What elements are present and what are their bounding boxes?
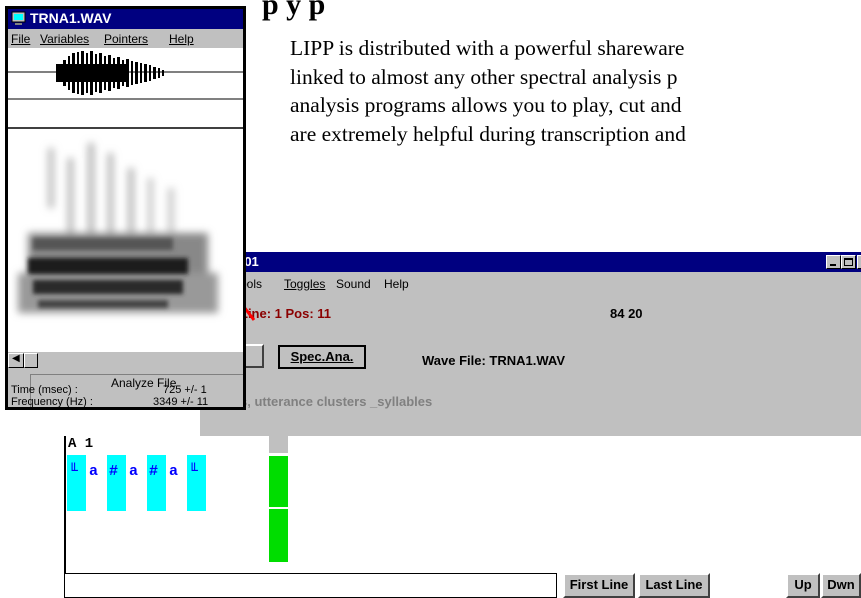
sa-menu-variables[interactable]: Variables bbox=[40, 32, 89, 46]
segment-symbol-1: ╙ bbox=[69, 463, 79, 480]
main-menu-bar: bols Toggles Sound Help bbox=[200, 274, 861, 294]
minimize-icon bbox=[830, 264, 836, 266]
frequency-label: Frequency (Hz) : bbox=[11, 396, 93, 408]
down-button[interactable]: Dwn bbox=[821, 573, 861, 598]
waveform-and-spectrogram bbox=[8, 51, 243, 313]
segment-symbol-6: a bbox=[169, 463, 179, 480]
segment-symbol-2: a bbox=[89, 463, 99, 480]
sa-menu-help[interactable]: Help bbox=[169, 32, 194, 46]
wave-file-label: Wave File: TRNA1.WAV bbox=[422, 353, 566, 368]
menu-toggles[interactable]: Toggles bbox=[284, 277, 325, 291]
level-bar-upper bbox=[269, 456, 288, 507]
sa-menu-pointers[interactable]: Pointers bbox=[104, 32, 148, 46]
frequency-value: 3349 +/- 11 bbox=[153, 396, 209, 408]
menu-help[interactable]: Help bbox=[384, 277, 409, 291]
waveform bbox=[56, 51, 164, 95]
paragraph-line-1: LIPP is distributed with a powerful shar… bbox=[290, 36, 685, 60]
close-button[interactable]: ✕ bbox=[857, 254, 861, 269]
first-line-button[interactable]: First Line bbox=[563, 573, 635, 598]
sa-menu-file[interactable]: File bbox=[11, 32, 30, 46]
maximize-icon bbox=[844, 258, 853, 266]
minimize-button[interactable] bbox=[826, 255, 841, 269]
sa-info-panel: Analyze File Time (msec) : 725 +/- 1 Fre… bbox=[8, 369, 243, 408]
tier-description: s, utterance clusters _syllables bbox=[240, 394, 433, 409]
document-heading: p y p bbox=[262, 0, 326, 21]
scroll-thumb[interactable] bbox=[24, 353, 38, 368]
paragraph-line-4: are extremely helpful during transcripti… bbox=[290, 122, 686, 147]
time-label: Time (msec) : bbox=[11, 384, 78, 396]
maximize-button[interactable] bbox=[841, 255, 856, 269]
menu-sound[interactable]: Sound bbox=[336, 277, 371, 291]
sa-scrollbar[interactable]: ◀ bbox=[8, 352, 243, 369]
paragraph-line-2: linked to almost any other spectral anal… bbox=[290, 64, 678, 89]
segment-symbol-3: # bbox=[109, 463, 119, 480]
status-line: Line: 1 Pos: 11 84 20 bbox=[200, 302, 861, 324]
scroll-left-button[interactable]: ◀ bbox=[8, 353, 24, 368]
sa-display[interactable] bbox=[8, 48, 243, 352]
arrow-left-icon: ◀ bbox=[12, 353, 20, 364]
segment-symbol-4: a bbox=[129, 463, 139, 480]
last-line-button[interactable]: Last Line bbox=[638, 573, 710, 598]
level-bar-lower bbox=[269, 509, 288, 562]
counter-status: 84 20 bbox=[610, 306, 643, 321]
up-button[interactable]: Up bbox=[786, 573, 820, 598]
segment-symbol-7: ╙ bbox=[189, 463, 199, 480]
time-value: 725 +/- 1 bbox=[163, 384, 207, 396]
spec-ana-button[interactable]: Spec.Ana. bbox=[278, 345, 366, 369]
segment-symbol-5: # bbox=[149, 463, 159, 480]
spectral-analysis-window: TRNA1.WAV File Variables Pointers Help ◀… bbox=[5, 6, 246, 410]
transcription-input[interactable] bbox=[64, 573, 557, 598]
main-title-bar[interactable]: :01 ✕ bbox=[200, 252, 861, 272]
transcription-line-label: A 1 bbox=[68, 436, 94, 452]
paragraph-line-3: analysis programs allows you to play, cu… bbox=[290, 93, 682, 118]
level-bar-cap bbox=[269, 436, 288, 453]
sa-menu-bar: File Variables Pointers Help bbox=[8, 29, 243, 48]
app-icon bbox=[11, 11, 26, 25]
document-paragraph: LIPP is distributed with a powerful shar… bbox=[290, 34, 861, 149]
sa-title-bar[interactable]: TRNA1.WAV bbox=[8, 9, 243, 29]
sa-window-title: TRNA1.WAV bbox=[30, 10, 112, 26]
